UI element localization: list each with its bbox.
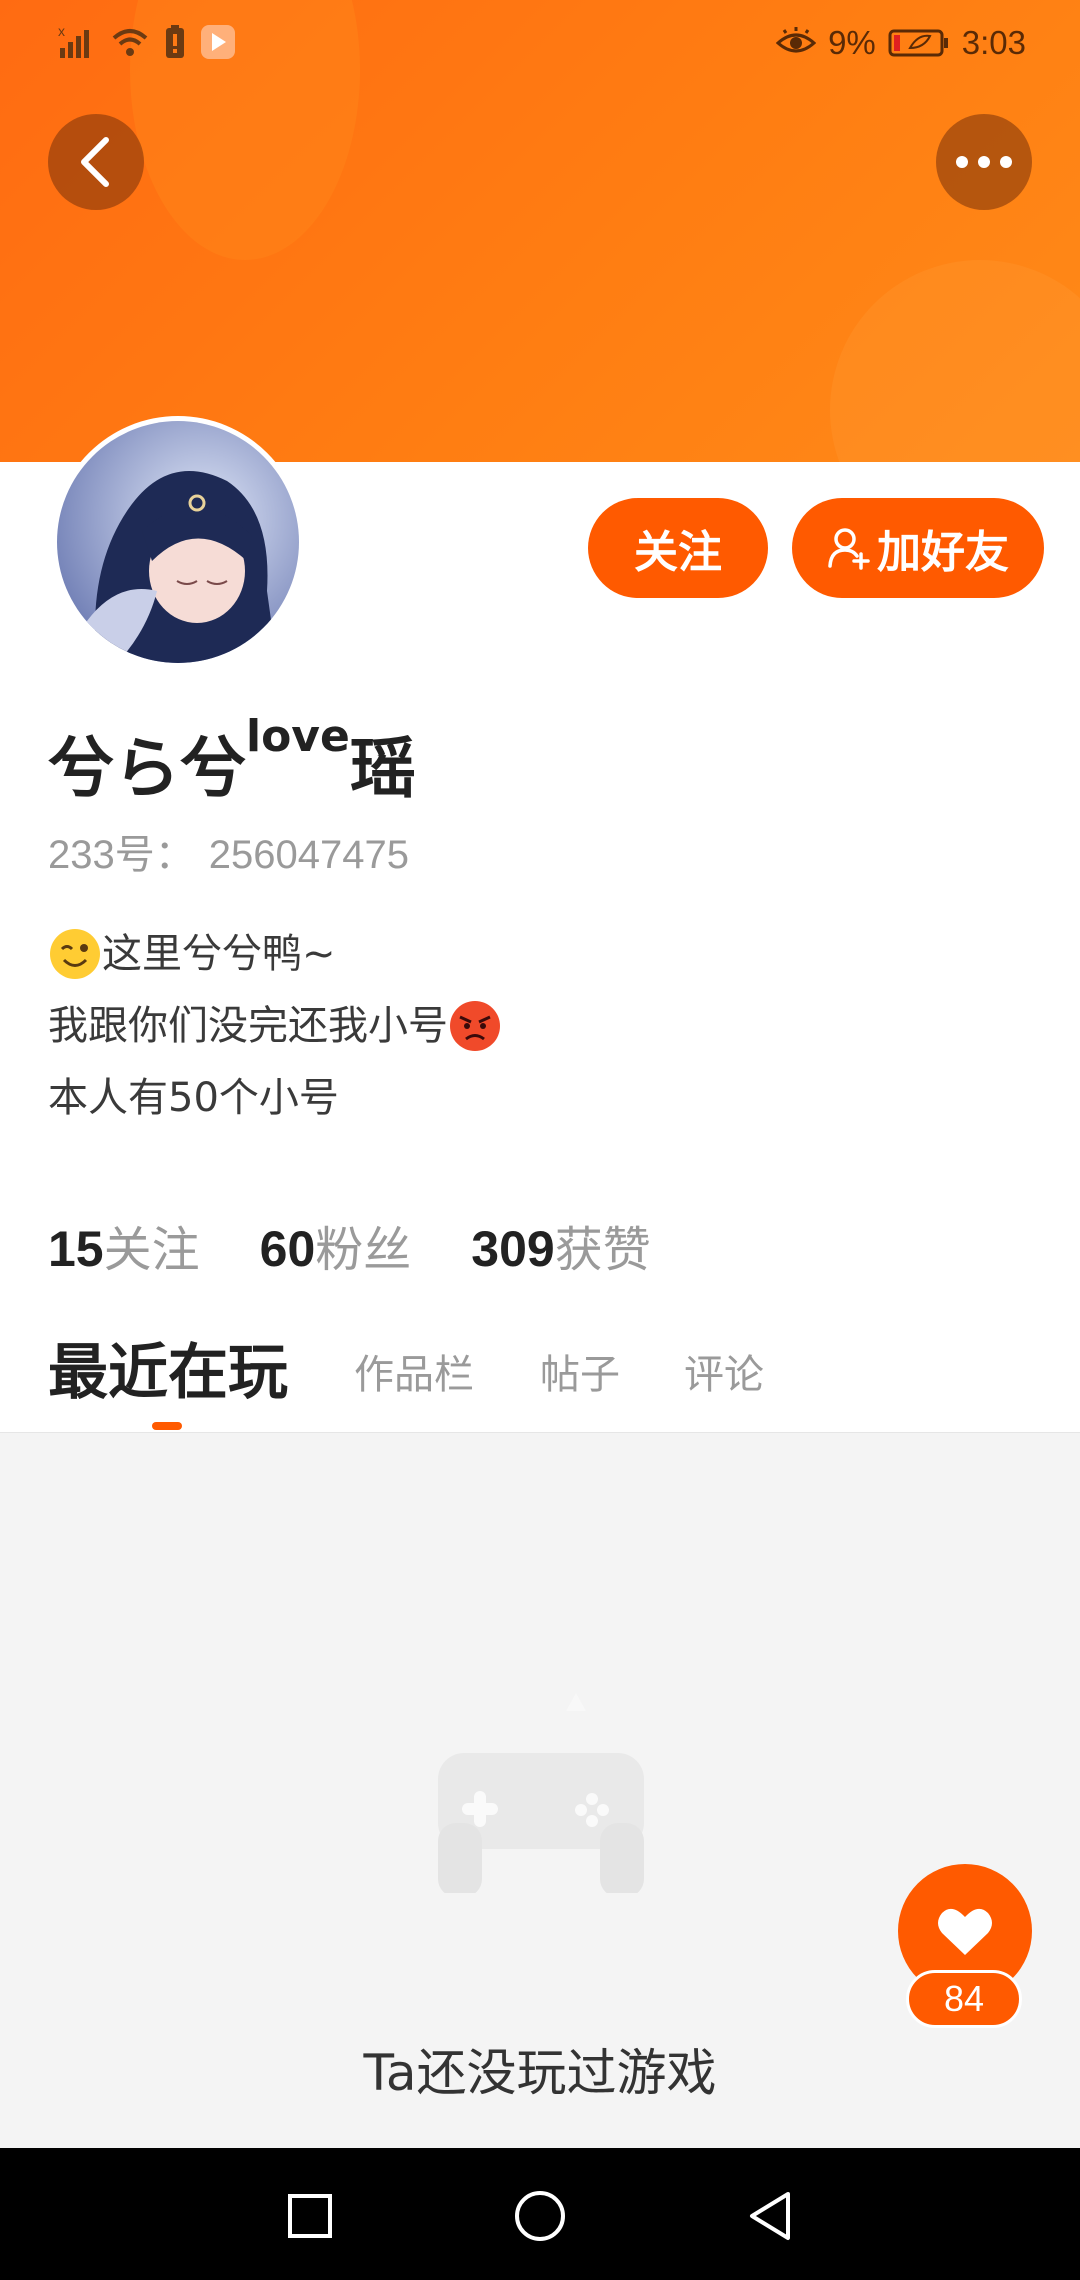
username-main: 兮ら兮 xyxy=(48,730,246,807)
system-navigation-bar xyxy=(0,2148,1080,2280)
battery-icon xyxy=(888,29,948,57)
clock: 3:03 xyxy=(961,24,1026,61)
nav-back-button[interactable] xyxy=(740,2186,800,2246)
stat-following[interactable]: 15关注 xyxy=(48,1210,200,1280)
follow-label: 关注 xyxy=(634,527,722,578)
tab-comments[interactable]: 评论 xyxy=(684,1342,764,1400)
stat-likes[interactable]: 309获赞 xyxy=(471,1210,650,1280)
avatar[interactable] xyxy=(52,416,304,668)
angry-emoji-icon xyxy=(450,1001,500,1051)
tab-recently-played[interactable]: 最近在玩 xyxy=(48,1324,288,1411)
recent-apps-button[interactable] xyxy=(280,2186,340,2246)
bio-line: 我跟你们没完还我小号 xyxy=(48,990,502,1062)
bio-text: 我跟你们没完还我小号 xyxy=(48,1003,448,1049)
more-options-button[interactable] xyxy=(936,114,1032,210)
heart-icon xyxy=(938,1908,992,1955)
eye-comfort-icon xyxy=(776,27,817,53)
username-tail: 瑶 xyxy=(349,730,416,807)
username-sup: love xyxy=(246,711,350,762)
gamepad-icon xyxy=(438,1693,644,1893)
more-dots-icon xyxy=(956,156,1012,168)
follow-button[interactable]: 关注 xyxy=(588,498,768,598)
banner-decoration xyxy=(830,260,1080,462)
user-id-label: 233号： xyxy=(48,833,195,877)
home-button[interactable] xyxy=(510,2186,570,2246)
profile-tabs: 最近在玩 作品栏 帖子 评论 xyxy=(48,1330,1048,1430)
stat-label: 关注 xyxy=(103,1222,200,1278)
bio-line: 本人有50个小号 xyxy=(48,1062,502,1134)
bio-text: 本人有50个小号 xyxy=(48,1075,339,1121)
active-tab-indicator xyxy=(152,1422,182,1430)
avatar-image xyxy=(57,421,299,663)
tab-content-area: Ta还没玩过游戏 xyxy=(0,1432,1080,2149)
user-id: 233号： 256047475 xyxy=(48,822,409,880)
tab-posts[interactable]: 帖子 xyxy=(540,1342,620,1400)
stat-number: 309 xyxy=(471,1221,555,1277)
add-friend-label: 加好友 xyxy=(877,527,1009,578)
user-id-value: 256047475 xyxy=(208,833,409,877)
battery-alert-icon xyxy=(166,25,184,58)
back-icon xyxy=(750,2192,790,2240)
bio: 这里兮兮鸭~ 我跟你们没完还我小号 本人有50个小号 xyxy=(48,918,502,1134)
chevron-left-icon xyxy=(81,137,109,187)
profile-stats: 15关注 60粉丝 309获赞 xyxy=(48,1210,651,1280)
stat-number: 60 xyxy=(259,1221,316,1277)
signal-icon: x xyxy=(58,24,89,58)
add-user-icon xyxy=(828,528,870,570)
recent-apps-icon xyxy=(288,2194,332,2238)
add-friend-button[interactable]: 加好友 xyxy=(792,498,1044,598)
status-bar: x 9% 3:03 xyxy=(0,0,1080,90)
stat-fans[interactable]: 60粉丝 xyxy=(260,1210,412,1280)
back-button[interactable] xyxy=(48,114,144,210)
stat-label: 粉丝 xyxy=(315,1222,412,1278)
tab-works[interactable]: 作品栏 xyxy=(354,1342,474,1400)
home-icon xyxy=(515,2191,565,2241)
battery-percent: 9% xyxy=(828,24,876,61)
empty-state-text: Ta还没玩过游戏 xyxy=(363,2044,717,2102)
stat-number: 15 xyxy=(48,1221,104,1277)
stat-label: 获赞 xyxy=(554,1222,651,1278)
wink-emoji-icon xyxy=(50,929,100,979)
bio-line: 这里兮兮鸭~ xyxy=(48,918,502,990)
username: 兮ら兮love瑶 xyxy=(48,711,416,811)
like-count-badge: 84 xyxy=(906,1970,1022,2028)
bio-text: 这里兮兮鸭~ xyxy=(102,931,336,977)
app-notification-icon xyxy=(201,25,235,59)
wifi-icon xyxy=(112,29,148,56)
svg-text:x: x xyxy=(58,24,65,39)
